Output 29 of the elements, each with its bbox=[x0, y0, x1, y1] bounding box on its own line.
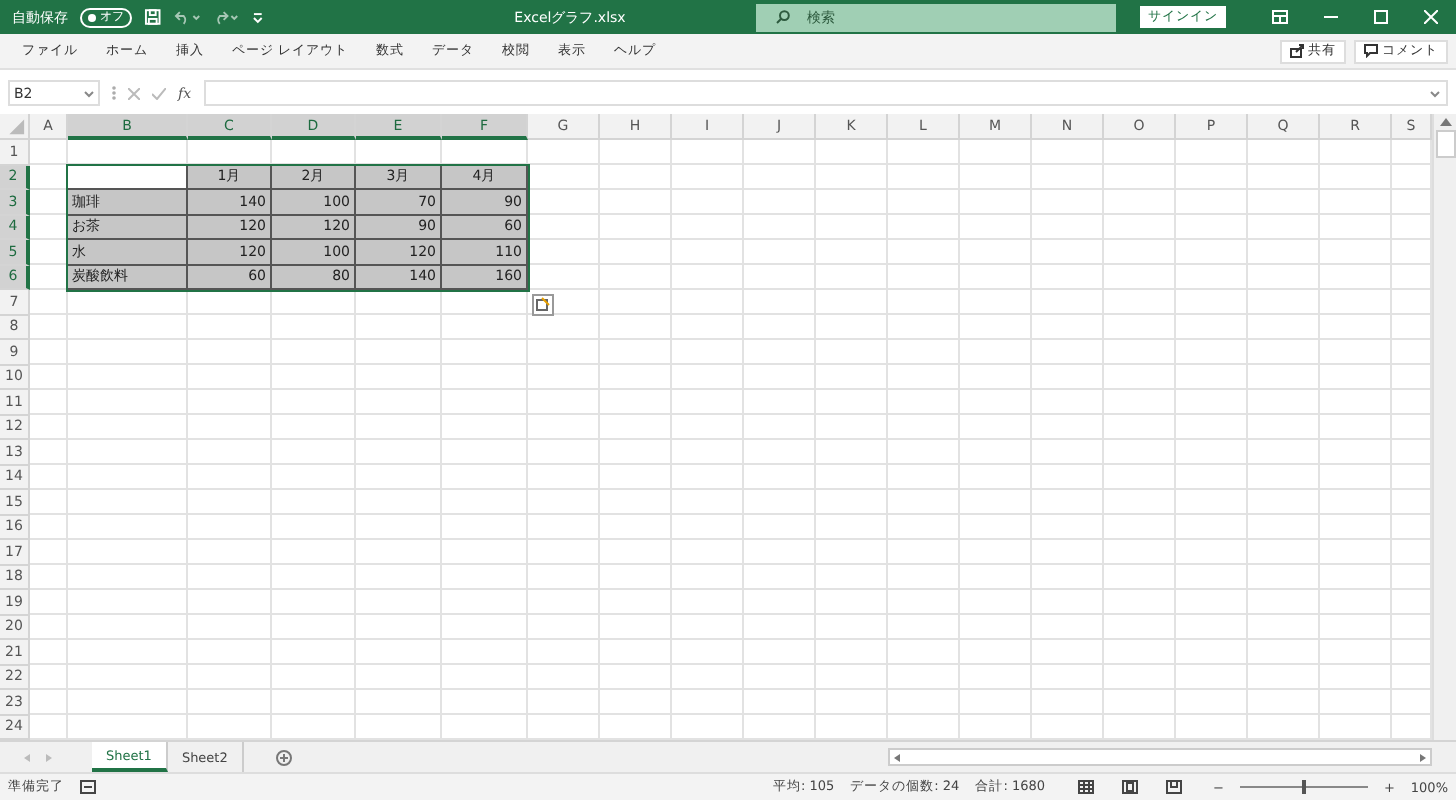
comment-icon bbox=[1364, 44, 1378, 58]
check-icon[interactable] bbox=[152, 87, 166, 99]
undo-icon[interactable] bbox=[173, 8, 201, 26]
close-icon[interactable] bbox=[1424, 10, 1438, 24]
scroll-right-icon[interactable] bbox=[1420, 753, 1426, 761]
dropdown-icon bbox=[84, 89, 94, 97]
scroll-up-icon[interactable] bbox=[1439, 118, 1451, 126]
zoom-slider[interactable] bbox=[1301, 780, 1306, 794]
share-icon bbox=[1290, 44, 1304, 58]
redo-icon[interactable] bbox=[212, 8, 240, 26]
save-icon[interactable] bbox=[144, 8, 162, 26]
formula-field[interactable] bbox=[203, 80, 1448, 106]
vertical-scrollbar[interactable] bbox=[1432, 114, 1456, 740]
quick-analysis-icon[interactable] bbox=[532, 294, 554, 316]
maximize-icon[interactable] bbox=[1374, 10, 1388, 24]
normal-view-icon[interactable] bbox=[1077, 780, 1093, 794]
page-break-icon[interactable] bbox=[1165, 780, 1181, 794]
search-icon bbox=[776, 10, 791, 24]
minimize-icon[interactable] bbox=[1324, 10, 1338, 24]
ribbon-display-icon[interactable] bbox=[1272, 10, 1288, 24]
page-layout-icon[interactable] bbox=[1121, 780, 1137, 794]
customize-icon[interactable] bbox=[251, 8, 264, 26]
active-cell[interactable] bbox=[68, 165, 188, 190]
scroll-thumb[interactable] bbox=[1435, 130, 1455, 158]
scroll-left-icon[interactable] bbox=[894, 753, 900, 761]
expand-icon bbox=[1430, 89, 1440, 97]
add-sheet-icon[interactable] bbox=[275, 749, 292, 765]
horizontal-scrollbar[interactable] bbox=[888, 748, 1432, 766]
macro-record-icon[interactable] bbox=[80, 780, 96, 794]
